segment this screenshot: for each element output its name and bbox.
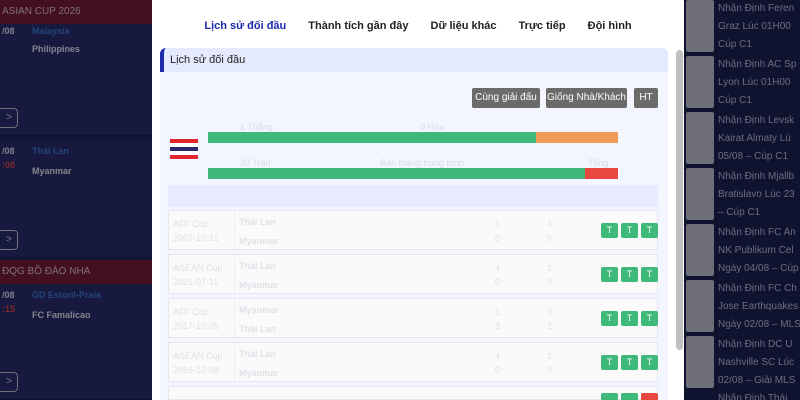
table-row[interactable]: [168, 386, 658, 400]
ghost-label: Tổng: [588, 158, 609, 168]
score-home: 4: [495, 351, 501, 361]
ht-away: 0: [547, 233, 553, 243]
result-chip: T: [621, 355, 638, 370]
panel-header: Lịch sử đối đầu: [160, 48, 668, 72]
bar-segment: [208, 132, 536, 143]
home-team: Thái Lan: [239, 217, 277, 227]
bar-segment: [585, 168, 618, 179]
result-chip: T: [641, 355, 658, 370]
home-team: Thái Lan: [239, 261, 277, 271]
ht-home: 1: [547, 263, 553, 273]
competition: AFF Cup: [173, 307, 210, 317]
thailand-flag-icon: [170, 139, 198, 159]
tab-bar: Lịch sử đối đầu Thành tích gần đây Dữ li…: [152, 0, 684, 40]
table-row[interactable]: ASEAN Cup 2021-07-11 Thái Lan Myanmar 4 …: [168, 254, 658, 294]
match-date: 2017-10-05: [173, 321, 220, 331]
ghost-label: Bàn thắng trung bình: [380, 158, 465, 168]
result-chip: T: [601, 223, 618, 238]
ghost-label: 0 Hòa: [420, 122, 445, 132]
comp-cell: AFF Cup 2017-10-05: [169, 299, 235, 337]
result-chip: T: [621, 223, 638, 238]
result-chip: T: [641, 311, 658, 326]
tab-live[interactable]: Trực tiếp: [519, 20, 566, 40]
result-chip: T: [641, 267, 658, 282]
tab-other-data[interactable]: Dữ liệu khác: [431, 20, 497, 40]
result-chip: [601, 393, 618, 400]
ht-home: 0: [547, 307, 553, 317]
table-row[interactable]: AFF Cup 2017-10-05 Myanmar Thái Lan 1 3 …: [168, 298, 658, 338]
away-team: Myanmar: [239, 280, 279, 290]
result-bar-wins: [208, 132, 618, 143]
tab-recent-form[interactable]: Thành tích gần đây: [308, 20, 408, 40]
home-team: Myanmar: [239, 305, 279, 315]
score-away: 0: [495, 365, 501, 375]
ht-home: 1: [547, 351, 553, 361]
result-chip: [641, 393, 658, 400]
ht-away: 0: [547, 277, 553, 287]
result-bar-goals: [208, 168, 618, 179]
table-header: [168, 185, 658, 207]
competition: ASEAN Cup: [173, 263, 223, 273]
half-time-button[interactable]: HT: [634, 88, 658, 108]
table-row[interactable]: AFF Cup 2007-10-11 Thái Lan Myanmar 6 0 …: [168, 210, 658, 250]
result-chip: T: [641, 223, 658, 238]
match-date: 2021-07-11: [173, 277, 219, 287]
away-team: Thái Lan: [239, 324, 277, 334]
panel-title: Lịch sử đối đầu: [170, 54, 246, 66]
ht-away: 2: [547, 321, 553, 331]
ht-home: 4: [547, 219, 553, 229]
comp-cell: ASEAN Cup 2016-12-08: [169, 343, 235, 381]
table-row[interactable]: ASEAN Cup 2016-12-08 Thái Lan Myanmar 4 …: [168, 342, 658, 382]
score-away: 0: [495, 233, 501, 243]
comp-cell: AFF Cup 2007-10-11: [169, 211, 235, 249]
score-home: 6: [495, 219, 501, 229]
tab-head-to-head[interactable]: Lịch sử đối đầu: [204, 20, 286, 40]
result-chip: [621, 393, 638, 400]
modal-scrollbar[interactable]: [676, 50, 683, 350]
ghost-label: 1 Thắng: [240, 122, 273, 132]
score-home: 4: [495, 263, 501, 273]
same-home-away-button[interactable]: Giống Nhà/Khách: [546, 88, 627, 108]
score-away: 3: [495, 321, 501, 331]
away-team: Myanmar: [239, 236, 279, 246]
competition: AFF Cup: [173, 219, 210, 229]
away-team: Myanmar: [239, 368, 279, 378]
tab-lineup[interactable]: Đội hình: [588, 20, 632, 40]
bar-segment: [536, 132, 618, 143]
match-date: 2007-10-11: [173, 233, 219, 243]
result-chip: T: [601, 311, 618, 326]
bar-segment: [208, 168, 586, 179]
result-chip: T: [601, 267, 618, 282]
home-team: Thái Lan: [239, 349, 277, 359]
ht-away: 0: [547, 365, 553, 375]
same-league-button[interactable]: Cùng giải đấu: [472, 88, 540, 108]
score-home: 1: [495, 307, 501, 317]
result-chip: T: [621, 267, 638, 282]
score-away: 0: [495, 277, 501, 287]
match-date: 2016-12-08: [173, 365, 220, 375]
ghost-label: 20 Trận: [240, 158, 271, 168]
result-chip: T: [621, 311, 638, 326]
competition: ASEAN Cup: [173, 351, 223, 361]
comp-cell: ASEAN Cup 2021-07-11: [169, 255, 235, 293]
result-chip: T: [601, 355, 618, 370]
